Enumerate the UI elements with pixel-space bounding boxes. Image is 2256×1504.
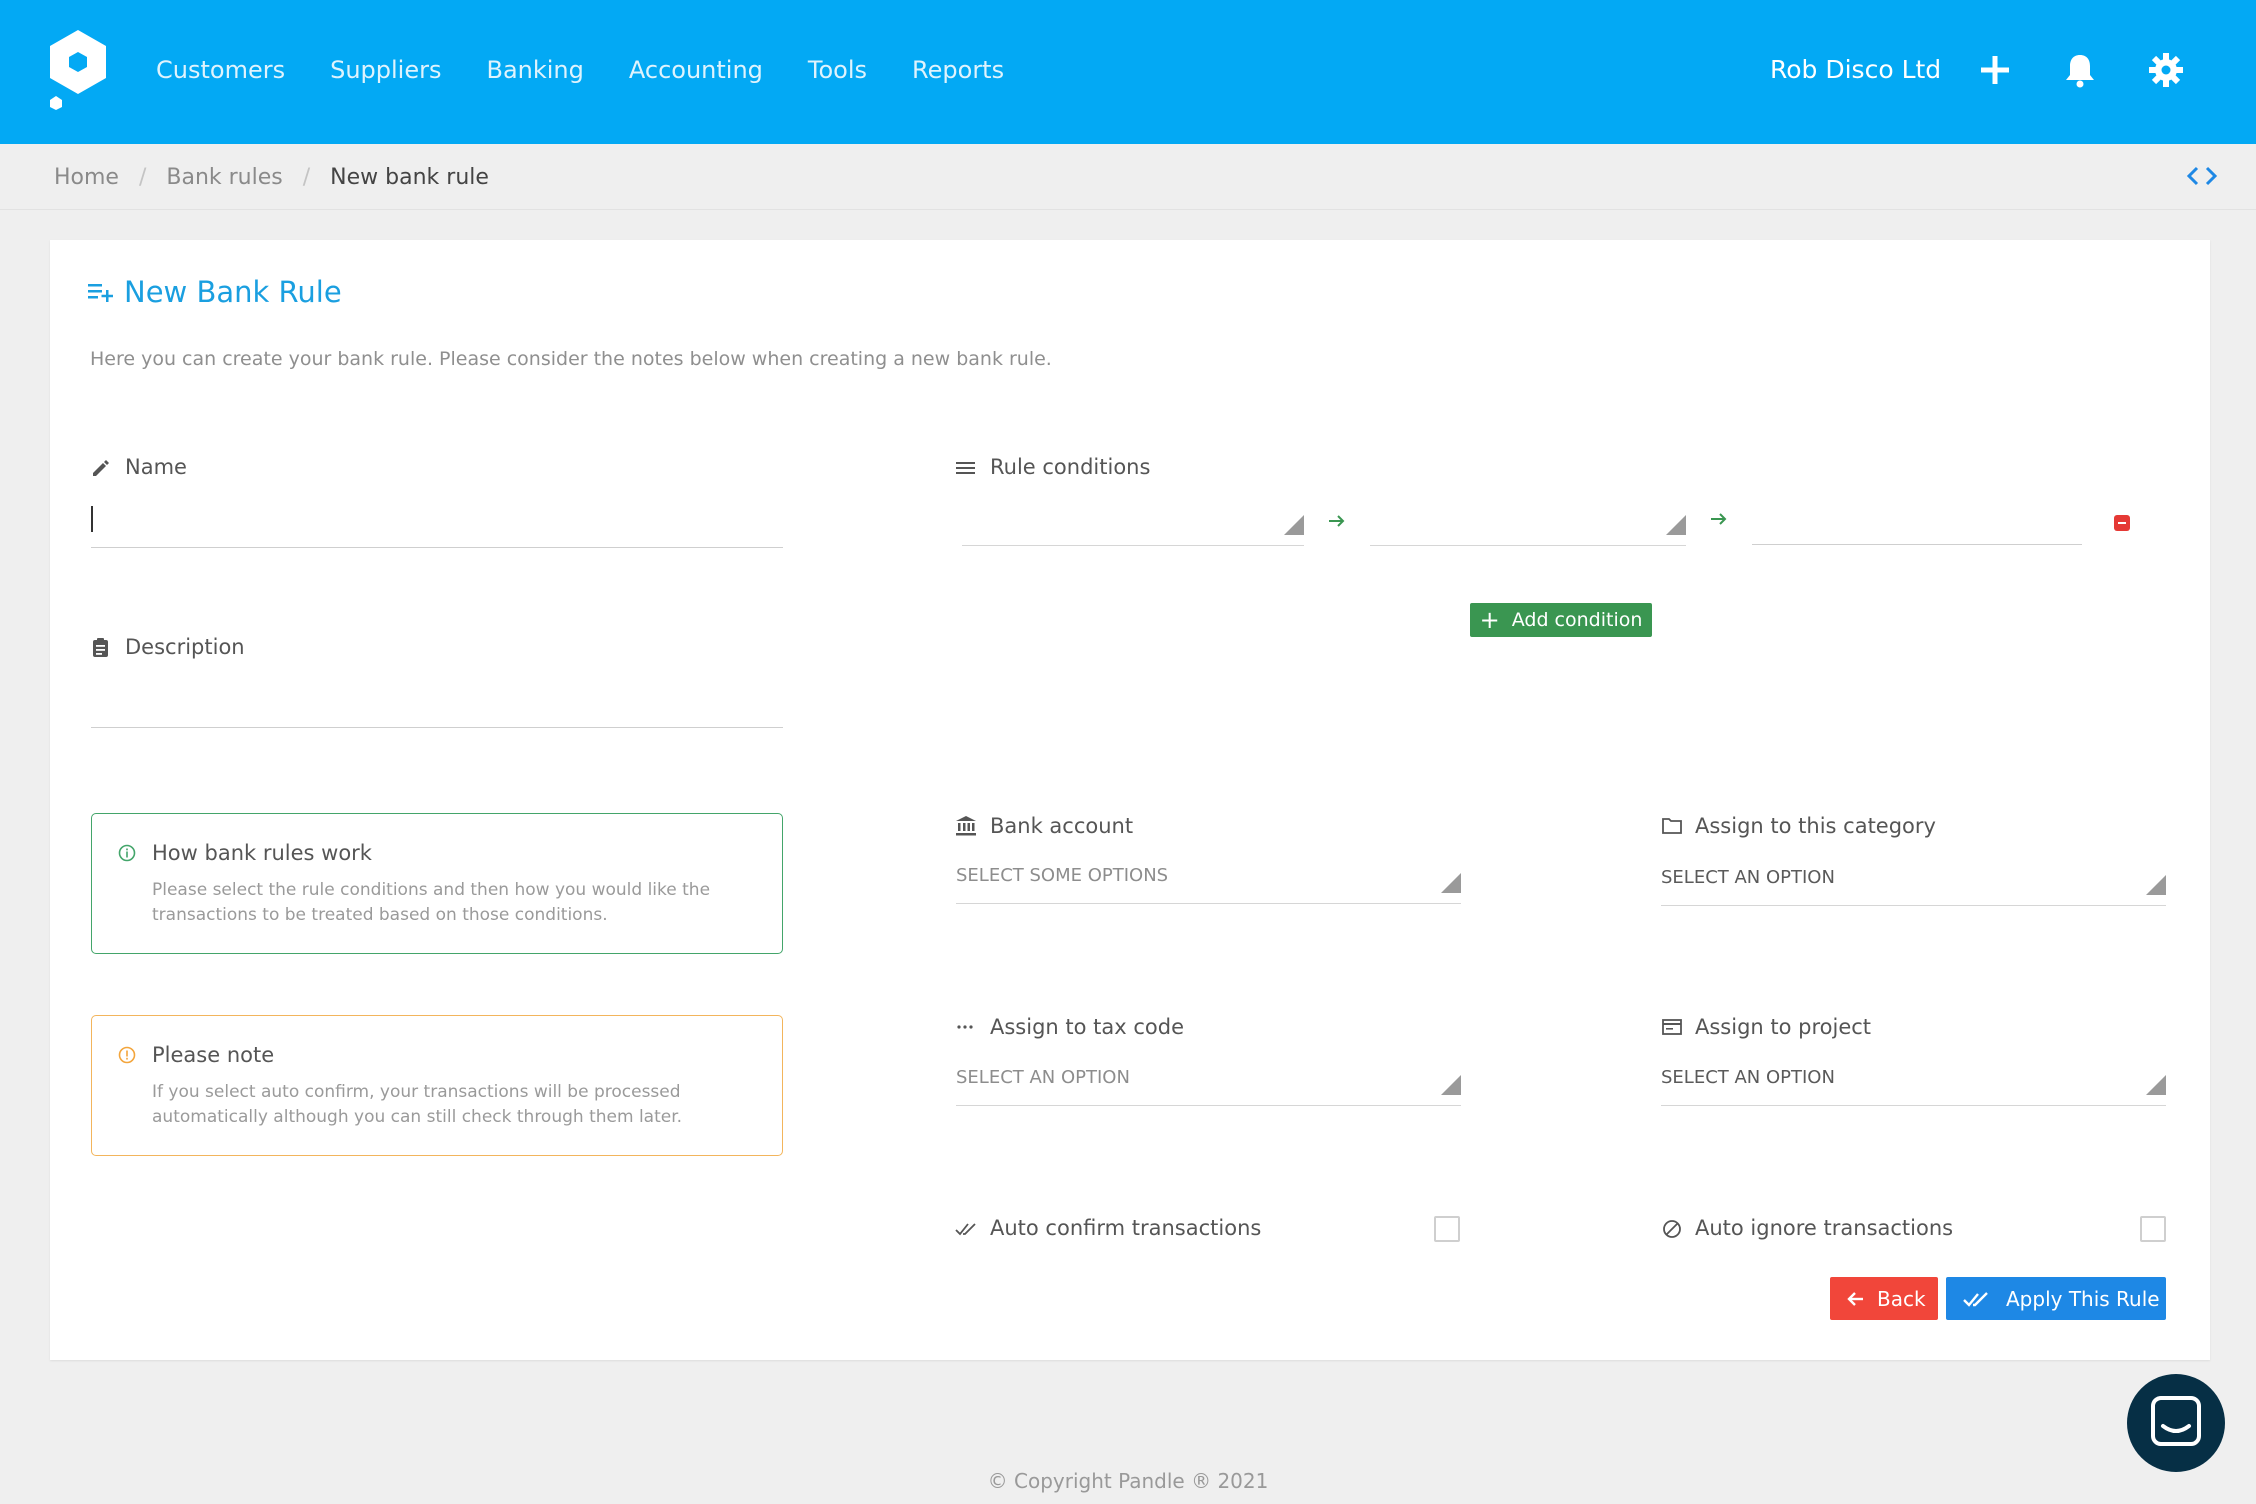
name-label: Name xyxy=(125,455,187,479)
plus-icon[interactable] xyxy=(1975,50,2015,90)
name-input[interactable] xyxy=(91,500,783,548)
auto-confirm-label: Auto confirm transactions xyxy=(990,1216,1262,1240)
description-input[interactable] xyxy=(91,680,783,728)
project-label: Assign to project xyxy=(1695,1015,1872,1039)
breadcrumb-separator: / xyxy=(138,165,147,190)
project-select[interactable]: SELECT AN OPTION xyxy=(1661,1064,2166,1106)
category-select[interactable]: SELECT AN OPTION xyxy=(1661,864,2166,906)
breadcrumb: Home / Bank rules / New bank rule xyxy=(54,162,489,194)
block-icon xyxy=(1663,1220,1681,1238)
condition-field-select[interactable] xyxy=(962,500,1304,546)
pandle-logo[interactable] xyxy=(44,28,112,114)
condition-operator-select[interactable] xyxy=(1370,500,1686,546)
auto-ignore-checkbox[interactable] xyxy=(2140,1216,2166,1242)
please-note-title: Please note xyxy=(152,1043,275,1067)
page-title: New Bank Rule xyxy=(124,275,342,309)
please-note-box: Please note If you select auto confirm, … xyxy=(91,1015,783,1156)
chat-launcher[interactable] xyxy=(2127,1374,2225,1472)
clipboard-icon xyxy=(93,638,108,657)
arrow-left-icon xyxy=(1847,1292,1863,1306)
nav-accounting[interactable]: Accounting xyxy=(629,52,763,88)
arrow-right-icon xyxy=(1329,515,1345,527)
bank-account-select[interactable]: SELECT SOME OPTIONS xyxy=(956,862,1461,904)
category-label: Assign to this category xyxy=(1695,814,1936,838)
project-icon xyxy=(1662,1019,1682,1035)
rule-conditions-label: Rule conditions xyxy=(990,455,1151,479)
project-placeholder: SELECT AN OPTION xyxy=(1661,1067,1835,1088)
dropdown-arrow-icon xyxy=(1666,515,1686,535)
warning-icon xyxy=(118,1046,136,1064)
tax-code-placeholder: SELECT AN OPTION xyxy=(956,1067,1130,1088)
nav-customers[interactable]: Customers xyxy=(156,52,285,88)
main-nav: Customers Suppliers Banking Accounting T… xyxy=(156,52,1049,88)
auto-confirm-checkbox[interactable] xyxy=(1434,1216,1460,1242)
breadcrumb-bar: Home / Bank rules / New bank rule xyxy=(0,144,2256,210)
bank-icon xyxy=(956,816,976,836)
dropdown-arrow-icon xyxy=(1284,515,1304,535)
how-rules-work-box: How bank rules work Please select the ru… xyxy=(91,813,783,954)
back-label: Back xyxy=(1877,1287,1926,1311)
how-rules-work-text: Please select the rule conditions and th… xyxy=(152,880,711,925)
bank-rule-card xyxy=(50,240,2210,1360)
list-icon xyxy=(956,462,975,474)
chat-icon xyxy=(2151,1396,2201,1446)
top-bar: Customers Suppliers Banking Accounting T… xyxy=(0,0,2256,144)
category-placeholder: SELECT AN OPTION xyxy=(1661,867,1835,888)
page-description: Here you can create your bank rule. Plea… xyxy=(90,348,1052,370)
nav-reports[interactable]: Reports xyxy=(912,52,1004,88)
description-label: Description xyxy=(125,635,245,659)
info-icon xyxy=(118,844,136,862)
plus-icon: + xyxy=(1479,606,1500,634)
breadcrumb-home[interactable]: Home xyxy=(54,162,119,194)
condition-value-input[interactable] xyxy=(1752,500,2082,545)
bank-account-placeholder: SELECT SOME OPTIONS xyxy=(956,865,1169,886)
playlist-add-icon xyxy=(88,284,113,302)
code-toggle-icon[interactable] xyxy=(2186,162,2218,190)
please-note-text: If you select auto confirm, your transac… xyxy=(152,1082,683,1127)
breadcrumb-bank-rules[interactable]: Bank rules xyxy=(166,162,282,194)
dropdown-arrow-icon xyxy=(1441,1075,1461,1095)
remove-condition-button[interactable] xyxy=(2114,515,2130,531)
apply-rule-button[interactable]: Apply This Rule xyxy=(1946,1277,2166,1320)
back-button[interactable]: Back xyxy=(1830,1277,1938,1320)
dropdown-arrow-icon xyxy=(1441,873,1461,893)
company-name[interactable]: Rob Disco Ltd xyxy=(1770,52,1941,88)
add-condition-label: Add condition xyxy=(1511,609,1643,631)
bell-icon[interactable] xyxy=(2060,50,2100,90)
bank-account-label: Bank account xyxy=(990,814,1134,838)
pencil-icon xyxy=(93,460,109,476)
add-condition-button[interactable]: + Add condition xyxy=(1470,603,1652,637)
double-check-icon xyxy=(955,1223,976,1236)
breadcrumb-current: New bank rule xyxy=(330,165,489,190)
more-horizontal-icon xyxy=(957,1025,973,1029)
arrow-right-icon xyxy=(1711,513,1727,525)
text-caret xyxy=(91,506,93,532)
nav-suppliers[interactable]: Suppliers xyxy=(330,52,441,88)
copyright: © Copyright Pandle ® 2021 xyxy=(987,1469,1269,1493)
gear-icon[interactable] xyxy=(2146,50,2186,90)
nav-tools[interactable]: Tools xyxy=(808,52,867,88)
nav-banking[interactable]: Banking xyxy=(486,52,583,88)
dropdown-arrow-icon xyxy=(2146,875,2166,895)
tax-code-select[interactable]: SELECT AN OPTION xyxy=(956,1064,1461,1106)
folder-icon xyxy=(1662,818,1682,834)
double-check-icon xyxy=(1963,1292,1988,1307)
dropdown-arrow-icon xyxy=(2146,1075,2166,1095)
auto-ignore-label: Auto ignore transactions xyxy=(1695,1216,1954,1240)
how-rules-work-title: How bank rules work xyxy=(152,841,372,865)
breadcrumb-separator: / xyxy=(302,165,311,190)
tax-code-label: Assign to tax code xyxy=(990,1015,1185,1039)
apply-rule-label: Apply This Rule xyxy=(2006,1287,2160,1311)
